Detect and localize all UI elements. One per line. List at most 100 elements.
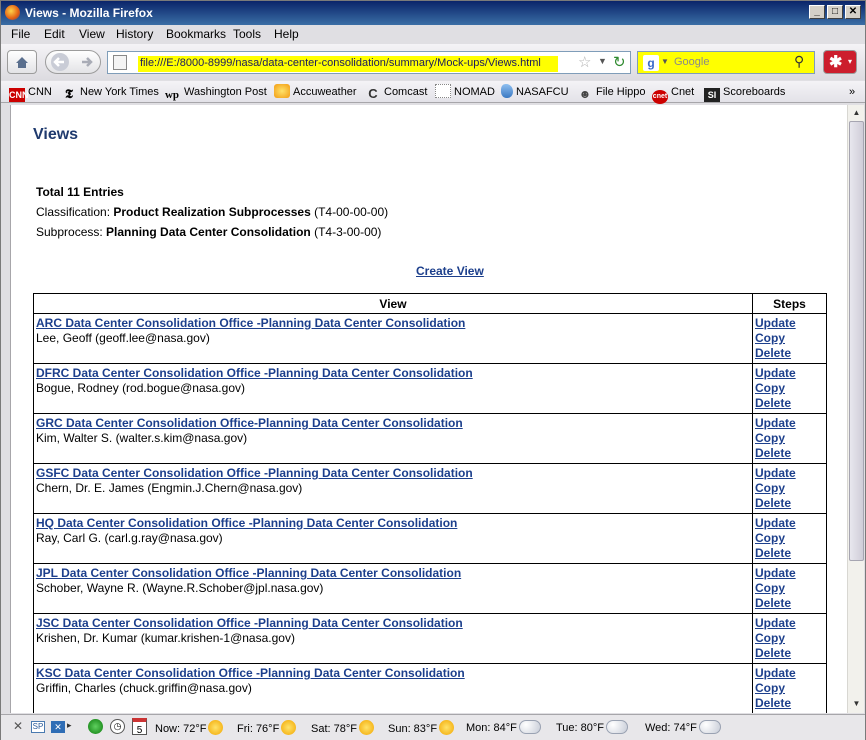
weather-forecast-item[interactable]: Wed: 74°F bbox=[645, 720, 721, 734]
view-owner: Griffin, Charles (chuck.griffin@nasa.gov… bbox=[36, 681, 252, 695]
calendar-icon[interactable]: 5 bbox=[132, 718, 147, 736]
bookmark-cnet[interactable]: cnet Cnet bbox=[652, 84, 694, 104]
view-title-link[interactable]: KSC Data Center Consolidation Office -Pl… bbox=[36, 666, 750, 681]
xmarks-arrow-icon[interactable]: ▸ bbox=[67, 720, 72, 731]
view-owner: Lee, Geoff (geoff.lee@nasa.gov) bbox=[36, 331, 210, 345]
addon-button[interactable]: ✱ ▾ bbox=[823, 50, 857, 74]
view-owner: Ray, Carl G. (carl.g.ray@nasa.gov) bbox=[36, 531, 223, 545]
star-bookmark-icon[interactable]: ☆ bbox=[578, 53, 591, 71]
weather-forecast-item[interactable]: Fri: 76°F bbox=[237, 720, 297, 735]
view-title-link[interactable]: ARC Data Center Consolidation Office -Pl… bbox=[36, 316, 750, 331]
update-link[interactable]: Update bbox=[755, 616, 824, 631]
weather-forecast-item[interactable]: Sun: 83°F bbox=[388, 720, 455, 735]
scroll-thumb[interactable] bbox=[849, 121, 864, 561]
view-title-link[interactable]: GRC Data Center Consolidation Office-Pla… bbox=[36, 416, 750, 431]
view-title-link[interactable]: JPL Data Center Consolidation Office -Pl… bbox=[36, 566, 750, 581]
bookmarks-overflow-icon[interactable]: » bbox=[849, 84, 855, 100]
weather-forecast-item[interactable]: Now: 72°F bbox=[155, 720, 224, 735]
view-title-link[interactable]: HQ Data Center Consolidation Office -Pla… bbox=[36, 516, 750, 531]
scroll-up-icon[interactable]: ▲ bbox=[849, 105, 864, 120]
classification-line: Classification: Product Realization Subp… bbox=[36, 205, 388, 219]
bookmark-scoreboards[interactable]: SI Scoreboards bbox=[704, 84, 785, 102]
xmarks-icon[interactable]: ✕ bbox=[51, 721, 65, 733]
update-link[interactable]: Update bbox=[755, 366, 824, 381]
copy-link[interactable]: Copy bbox=[755, 431, 824, 446]
google-icon[interactable]: g bbox=[643, 55, 659, 71]
close-window-button[interactable]: ✕ bbox=[845, 5, 861, 19]
view-cell: JPL Data Center Consolidation Office -Pl… bbox=[33, 563, 753, 614]
search-icon[interactable]: ⚲ bbox=[794, 53, 804, 70]
close-status-icon[interactable]: ✕ bbox=[13, 719, 23, 733]
menu-file[interactable]: File bbox=[11, 27, 30, 41]
scroll-down-icon[interactable]: ▼ bbox=[849, 696, 864, 711]
menu-tools[interactable]: Tools bbox=[233, 27, 261, 41]
vertical-scrollbar[interactable]: ▲ ▼ bbox=[847, 105, 864, 713]
view-owner: Bogue, Rodney (rod.bogue@nasa.gov) bbox=[36, 381, 245, 395]
update-link[interactable]: Update bbox=[755, 416, 824, 431]
bookmark-comcast[interactable]: C Comcast bbox=[365, 84, 427, 101]
menu-edit[interactable]: Edit bbox=[44, 27, 65, 41]
view-cell: ARC Data Center Consolidation Office -Pl… bbox=[33, 313, 753, 364]
bookmark-file-hippo[interactable]: ☻ File Hippo bbox=[577, 84, 646, 101]
weather-forecast-item[interactable]: Mon: 84°F bbox=[466, 720, 541, 734]
delete-link[interactable]: Delete bbox=[755, 596, 824, 611]
delete-link[interactable]: Delete bbox=[755, 346, 824, 361]
view-cell: DFRC Data Center Consolidation Office -P… bbox=[33, 363, 753, 414]
maximize-button[interactable]: □ bbox=[827, 5, 843, 19]
delete-link[interactable]: Delete bbox=[755, 496, 824, 511]
view-title-link[interactable]: GSFC Data Center Consolidation Office -P… bbox=[36, 466, 750, 481]
copy-link[interactable]: Copy bbox=[755, 581, 824, 596]
bookmark-washington-post[interactable]: wp Washington Post bbox=[163, 84, 267, 101]
search-placeholder: Google bbox=[674, 56, 710, 68]
create-view-link[interactable]: Create View bbox=[416, 264, 484, 278]
clock-icon[interactable]: ◷ bbox=[110, 719, 125, 734]
table-header-row: View Steps bbox=[33, 293, 827, 314]
status-green-icon[interactable] bbox=[88, 719, 103, 734]
copy-link[interactable]: Copy bbox=[755, 631, 824, 646]
delete-link[interactable]: Delete bbox=[755, 396, 824, 411]
copy-link[interactable]: Copy bbox=[755, 481, 824, 496]
menu-history[interactable]: History bbox=[116, 27, 153, 41]
copy-link[interactable]: Copy bbox=[755, 681, 824, 696]
update-link[interactable]: Update bbox=[755, 316, 824, 331]
update-link[interactable]: Update bbox=[755, 516, 824, 531]
home-button[interactable] bbox=[7, 50, 37, 74]
reload-icon[interactable]: ↻ bbox=[613, 53, 626, 71]
url-text[interactable]: file:///E:/8000-8999/nasa/data-center-co… bbox=[138, 56, 558, 72]
minimize-button[interactable]: _ bbox=[809, 5, 825, 19]
back-icon[interactable] bbox=[46, 51, 100, 73]
weather-forecast-item[interactable]: Sat: 78°F bbox=[311, 720, 374, 735]
menu-bar: File Edit View History Bookmarks Tools H… bbox=[1, 25, 865, 44]
bookmark-nasafcu[interactable]: NASAFCU bbox=[501, 84, 569, 100]
bookmark-accuweather[interactable]: Accuweather bbox=[274, 84, 357, 100]
weather-forecast-item[interactable]: Tue: 80°F bbox=[556, 720, 629, 734]
view-title-link[interactable]: JSC Data Center Consolidation Office -Pl… bbox=[36, 616, 750, 631]
wp-icon: wp bbox=[164, 89, 180, 101]
bookmark-nomad[interactable]: NOMAD bbox=[435, 84, 495, 100]
weather-label: Wed: 74°F bbox=[645, 722, 697, 734]
sp-icon[interactable]: SP bbox=[31, 721, 45, 733]
bookmark-nyt[interactable]: 𝕿 New York Times bbox=[61, 84, 159, 101]
menu-help[interactable]: Help bbox=[274, 27, 299, 41]
search-engine-dropdown-icon[interactable]: ▼ bbox=[661, 57, 669, 66]
delete-link[interactable]: Delete bbox=[755, 546, 824, 561]
delete-link[interactable]: Delete bbox=[755, 646, 824, 661]
copy-link[interactable]: Copy bbox=[755, 381, 824, 396]
url-dropdown-icon[interactable]: ▼ bbox=[598, 56, 607, 66]
copy-link[interactable]: Copy bbox=[755, 331, 824, 346]
search-box[interactable]: g ▼ Google ⚲ bbox=[637, 51, 815, 74]
update-link[interactable]: Update bbox=[755, 566, 824, 581]
url-bar[interactable]: file:///E:/8000-8999/nasa/data-center-co… bbox=[107, 51, 631, 74]
menu-bookmarks[interactable]: Bookmarks bbox=[166, 27, 226, 41]
delete-link[interactable]: Delete bbox=[755, 696, 824, 711]
copy-link[interactable]: Copy bbox=[755, 531, 824, 546]
update-link[interactable]: Update bbox=[755, 666, 824, 681]
update-link[interactable]: Update bbox=[755, 466, 824, 481]
menu-view[interactable]: View bbox=[79, 27, 105, 41]
bookmark-cnn[interactable]: CNNCNN bbox=[9, 84, 52, 102]
view-title-link[interactable]: DFRC Data Center Consolidation Office -P… bbox=[36, 366, 750, 381]
table-row: GRC Data Center Consolidation Office-Pla… bbox=[33, 413, 827, 464]
delete-link[interactable]: Delete bbox=[755, 446, 824, 461]
classification-label: Classification: bbox=[36, 205, 111, 219]
status-bar: ✕ SP ✕ ▸ ◷ 5 Now: 72°F Fri: 76°F Sat: 78°F… bbox=[1, 714, 865, 740]
